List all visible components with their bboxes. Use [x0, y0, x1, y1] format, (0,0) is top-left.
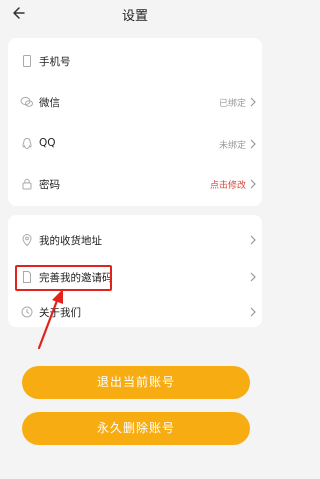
- phone-icon: [23, 55, 31, 67]
- chevron-right-icon: [250, 139, 256, 149]
- address-label: 我的收货地址: [39, 235, 102, 247]
- qq-status: 未绑定: [218, 141, 246, 151]
- phone-row[interactable]: 手机号: [8, 48, 262, 74]
- password-row[interactable]: 密码 点击修改: [8, 171, 262, 197]
- annotation-arrow-icon: [37, 289, 63, 350]
- header-bar: 设置: [0, 0, 270, 28]
- wechat-icon: [20, 97, 33, 107]
- chevron-right-icon: [250, 235, 256, 245]
- chevron-right-icon: [250, 179, 256, 189]
- page-title: 设置: [121, 9, 148, 24]
- wechat-label: 微信: [39, 97, 60, 109]
- wechat-status: 已绑定: [218, 99, 246, 109]
- password-label: 密码: [39, 179, 60, 191]
- delete-account-button[interactable]: 永久删除账号: [22, 412, 250, 445]
- qq-row[interactable]: QQ 未绑定: [8, 131, 262, 157]
- qq-icon: [22, 137, 32, 150]
- lock-icon: [22, 178, 32, 190]
- chevron-right-icon: [250, 97, 256, 107]
- location-icon: [22, 233, 32, 247]
- wechat-row[interactable]: 微信 已绑定: [8, 89, 262, 115]
- account-card: 手机号 微信 已绑定 QQ 未绑定 密码 点击修改: [8, 38, 262, 206]
- password-action[interactable]: 点击修改: [210, 178, 246, 191]
- logout-button[interactable]: 退出当前账号: [22, 366, 250, 399]
- chevron-right-icon: [250, 307, 256, 317]
- chevron-right-icon: [250, 272, 256, 282]
- qq-label: QQ: [39, 137, 56, 149]
- address-row[interactable]: 我的收货地址: [8, 227, 262, 253]
- phone-label: 手机号: [39, 56, 71, 68]
